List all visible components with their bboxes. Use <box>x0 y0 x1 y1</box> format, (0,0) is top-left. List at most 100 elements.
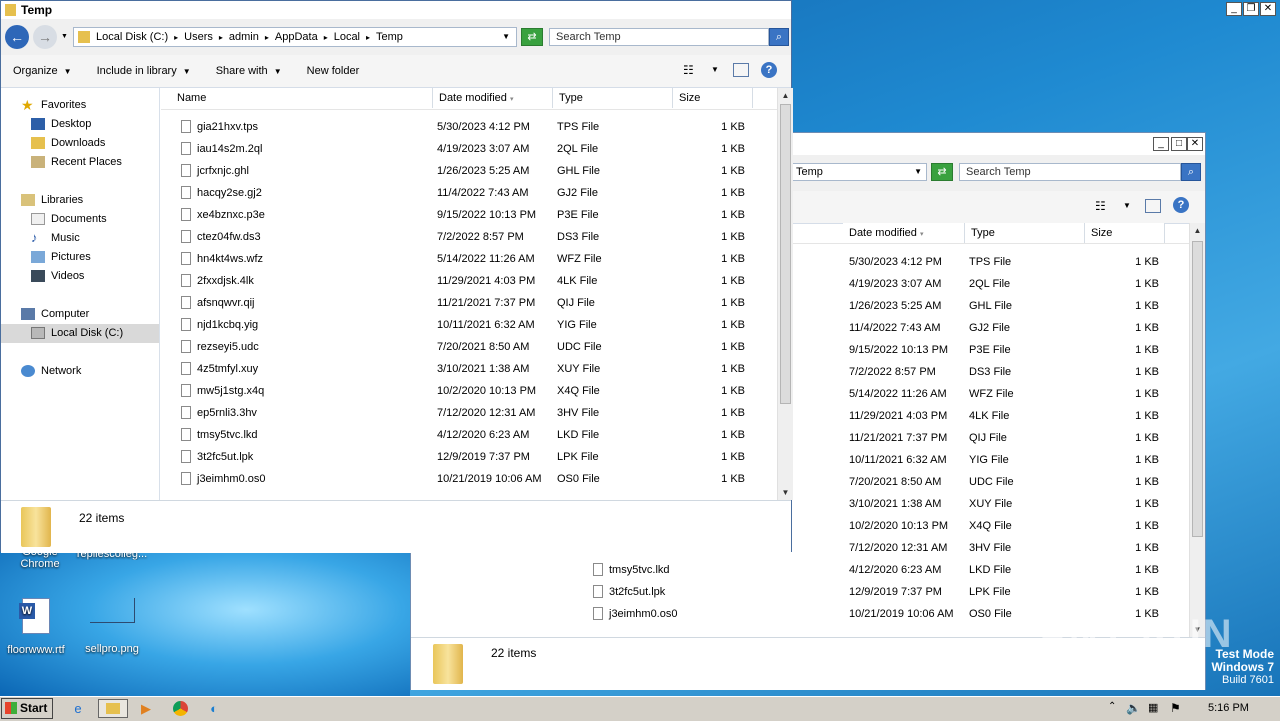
file-row[interactable]: xe4bznxc.p3e 9/15/2022 10:13 PM P3E File 1 … <box>161 204 777 226</box>
restore-button[interactable]: ❐ <box>1243 2 1259 16</box>
view-options-icon[interactable]: ☷ <box>1095 199 1106 213</box>
scroll-thumb[interactable] <box>1192 241 1203 537</box>
address-bar[interactable]: Local Disk (C:) ▸ Users ▸ admin ▸ AppData ▸ Loca… <box>73 27 517 47</box>
nav-recent-places[interactable]: Recent Places <box>1 153 159 172</box>
column-size[interactable]: Size <box>673 88 753 108</box>
edge-icon[interactable]: ◐ <box>204 699 224 718</box>
search-icon[interactable]: ⌕ <box>1181 163 1201 181</box>
column-name[interactable]: Name <box>171 88 433 108</box>
explorer-window-front[interactable]: Temp ← → ▼ Local Disk (C:) ▸ Users ▸ admin ▸ A… <box>0 0 793 553</box>
file-row[interactable]: 3t2fc5ut.lpk 12/9/2019 7:37 PM LPK File 1 K… <box>161 446 777 468</box>
nav-downloads[interactable]: Downloads <box>1 134 159 153</box>
flag-icon[interactable]: ⚑ <box>1170 701 1181 715</box>
chrome-icon[interactable] <box>170 699 190 718</box>
breadcrumb-separator-icon[interactable]: ▸ <box>265 33 269 42</box>
file-row[interactable]: ctez04fw.ds3 7/2/2022 8:57 PM DS3 File 1 KB <box>161 226 777 248</box>
desktop-icon-sellpro[interactable]: sellpro.png <box>72 598 152 655</box>
file-row[interactable]: 12/9/2019 7:37 PM LPK File 1 KB 3t2fc5ut.lp… <box>411 581 1189 603</box>
refresh-icon[interactable]: ⇄ <box>521 28 543 46</box>
breadcrumb-item[interactable]: Local <box>334 31 360 43</box>
view-options-icon[interactable]: ☷ <box>683 63 694 77</box>
column-type[interactable]: Type <box>553 88 673 108</box>
breadcrumb-separator-icon[interactable]: ▸ <box>174 33 178 42</box>
scroll-down-icon[interactable]: ▼ <box>778 485 793 500</box>
nav-pictures[interactable]: Pictures <box>1 248 159 267</box>
column-date[interactable]: Date modified ▾ <box>433 88 553 108</box>
help-icon[interactable]: ? <box>1173 197 1189 213</box>
nav-network[interactable]: Network <box>1 362 159 381</box>
vertical-scrollbar[interactable]: ▲ ▼ <box>1189 223 1205 637</box>
file-row[interactable]: afsnqwvr.qij 11/21/2021 7:37 PM QIJ File 1 … <box>161 292 777 314</box>
refresh-icon[interactable]: ⇄ <box>931 163 953 181</box>
breadcrumb-item[interactable]: Temp <box>376 31 403 43</box>
file-row[interactable]: j3eimhm0.os0 10/21/2019 10:06 AM OS0 File 1… <box>161 468 777 490</box>
file-row[interactable]: mw5j1stg.x4q 10/2/2020 10:13 PM X4Q File 1 … <box>161 380 777 402</box>
breadcrumb-item[interactable]: admin <box>229 31 259 43</box>
file-row[interactable]: rezseyi5.udc 7/20/2021 8:50 AM UDC File 1 K… <box>161 336 777 358</box>
explorer-taskbar-icon[interactable] <box>98 699 128 718</box>
clock[interactable]: 5:16 PM <box>1208 702 1249 714</box>
media-player-icon[interactable]: ▶ <box>136 699 156 718</box>
file-row[interactable]: hn4kt4ws.wfz 5/14/2022 11:26 AM WFZ File 1 … <box>161 248 777 270</box>
help-icon[interactable]: ? <box>761 62 777 78</box>
file-row[interactable]: iau14s2m.2ql 4/19/2023 3:07 AM 2QL File 1 K… <box>161 138 777 160</box>
scroll-up-icon[interactable]: ▲ <box>778 88 793 103</box>
share-with-button[interactable]: Share with ▼ <box>216 55 282 88</box>
chevron-down-icon[interactable]: ▼ <box>61 33 68 40</box>
file-row[interactable]: jcrfxnjc.ghl 1/26/2023 5:25 AM GHL File 1 K… <box>161 160 777 182</box>
chevron-down-icon[interactable]: ▼ <box>1123 201 1131 210</box>
search-icon[interactable]: ⌕ <box>769 28 789 46</box>
include-in-library-button[interactable]: Include in library ▼ <box>97 55 191 88</box>
internet-explorer-icon[interactable]: e <box>68 699 88 718</box>
nav-videos[interactable]: Videos <box>1 267 159 286</box>
chevron-down-icon[interactable]: ▼ <box>711 65 719 74</box>
breadcrumb-separator-icon[interactable]: ▸ <box>219 33 223 42</box>
minimize-button[interactable]: _ <box>1153 137 1169 151</box>
file-row[interactable]: 4/12/2020 6:23 AM LKD File 1 KB tmsy5tvc.lk… <box>411 559 1189 581</box>
vertical-scrollbar[interactable]: ▲ ▼ <box>777 88 793 500</box>
organize-button[interactable]: Organize ▼ <box>13 55 72 88</box>
speaker-icon[interactable]: 🔈 <box>1126 701 1141 715</box>
file-row[interactable]: 2fxxdjsk.4lk 11/29/2021 4:03 PM 4LK File 1 … <box>161 270 777 292</box>
preview-pane-icon[interactable] <box>1145 199 1161 213</box>
breadcrumb-item[interactable]: Users <box>184 31 213 43</box>
forward-button[interactable]: → <box>33 25 57 49</box>
search-input[interactable]: Search Temp <box>549 28 769 46</box>
back-button[interactable]: ← <box>5 25 29 49</box>
address-bar[interactable]: Temp ▼ <box>791 163 927 181</box>
file-row[interactable]: ep5rnli3.3hv 7/12/2020 12:31 AM 3HV File 1 … <box>161 402 777 424</box>
column-date[interactable]: Date modified ▾ <box>843 223 965 243</box>
preview-pane-icon[interactable] <box>733 63 749 77</box>
nav-documents[interactable]: Documents <box>1 210 159 229</box>
nav-music[interactable]: ♪ Music <box>1 229 159 248</box>
nav-libraries[interactable]: Libraries <box>1 191 159 210</box>
minimize-button[interactable]: _ <box>1226 2 1242 16</box>
network-icon[interactable]: ▦ <box>1148 701 1158 714</box>
file-row[interactable]: 4z5tmfyl.xuy 3/10/2021 1:38 AM XUY File 1 K… <box>161 358 777 380</box>
close-button[interactable]: ✕ <box>1260 2 1276 16</box>
nav-local-disk[interactable]: Local Disk (C:) <box>1 324 159 343</box>
breadcrumb-separator-icon[interactable]: ▸ <box>366 33 370 42</box>
file-row[interactable]: njd1kcbq.yig 10/11/2021 6:32 AM YIG File 1 … <box>161 314 777 336</box>
nav-favorites[interactable]: ★ Favorites <box>1 96 159 115</box>
chevron-down-icon[interactable]: ▼ <box>502 28 510 46</box>
scroll-up-icon[interactable]: ▲ <box>1190 223 1205 238</box>
new-folder-button[interactable]: New folder <box>307 55 360 87</box>
chevron-up-icon[interactable]: ⌃ <box>1108 701 1116 712</box>
file-row[interactable]: gia21hxv.tps 5/30/2023 4:12 PM TPS File 1 K… <box>161 116 777 138</box>
chevron-down-icon[interactable]: ▼ <box>914 164 922 180</box>
search-input[interactable]: Search Temp <box>959 163 1181 181</box>
breadcrumb-item[interactable]: Local Disk (C:) <box>96 31 168 43</box>
scroll-thumb[interactable] <box>780 104 791 404</box>
desktop-icon-floorwww[interactable]: W floorwww.rtf <box>0 598 76 656</box>
maximize-button[interactable]: □ <box>1171 137 1187 151</box>
breadcrumb-item[interactable]: AppData <box>275 31 318 43</box>
breadcrumb-separator-icon[interactable]: ▸ <box>324 33 328 42</box>
start-button[interactable]: Start <box>1 698 53 719</box>
close-button[interactable]: ✕ <box>1187 137 1203 151</box>
nav-desktop[interactable]: Desktop <box>1 115 159 134</box>
column-size[interactable]: Size <box>1085 223 1165 243</box>
column-type[interactable]: Type <box>965 223 1085 243</box>
file-row[interactable]: tmsy5tvc.lkd 4/12/2020 6:23 AM LKD File 1 K… <box>161 424 777 446</box>
nav-computer[interactable]: Computer <box>1 305 159 324</box>
